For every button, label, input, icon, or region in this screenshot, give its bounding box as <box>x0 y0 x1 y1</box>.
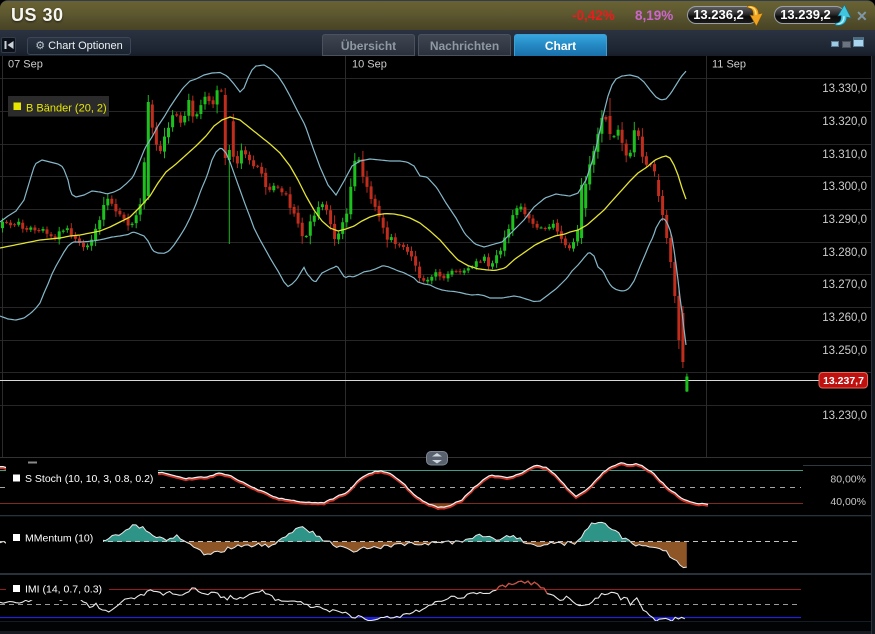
svg-text:10 Sep: 10 Sep <box>352 59 387 71</box>
svg-text:13.250,0: 13.250,0 <box>822 345 867 357</box>
svg-text:13.330,0: 13.330,0 <box>822 83 867 95</box>
svg-text:B Bänder (20, 2): B Bänder (20, 2) <box>26 103 107 115</box>
svg-text:13.310,0: 13.310,0 <box>822 149 867 161</box>
svg-text:13.270,0: 13.270,0 <box>822 279 867 291</box>
svg-text:IMI (14, 0.7, 0.3): IMI (14, 0.7, 0.3) <box>25 584 102 596</box>
svg-text:07 Sep: 07 Sep <box>8 59 43 71</box>
svg-text:13.300,0: 13.300,0 <box>822 181 867 193</box>
svg-text:13.230,0: 13.230,0 <box>822 410 867 422</box>
svg-text:13.237,7: 13.237,7 <box>823 375 864 387</box>
svg-text:MMentum (10): MMentum (10) <box>25 533 93 545</box>
svg-text:13.290,0: 13.290,0 <box>822 214 867 226</box>
svg-text:13.280,0: 13.280,0 <box>822 247 867 259</box>
svg-text:80,00%: 80,00% <box>830 474 866 486</box>
svg-text:S Stoch (10, 10, 3, 0.8, 0.2): S Stoch (10, 10, 3, 0.8, 0.2) <box>25 473 153 485</box>
svg-text:13.260,0: 13.260,0 <box>822 312 867 324</box>
svg-text:11 Sep: 11 Sep <box>712 59 746 71</box>
svg-text:13.320,0: 13.320,0 <box>822 116 867 128</box>
svg-text:40,00%: 40,00% <box>830 496 866 508</box>
